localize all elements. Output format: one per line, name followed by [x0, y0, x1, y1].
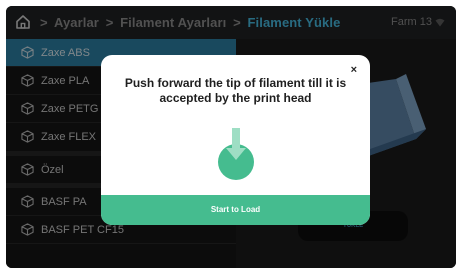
load-filament-dialog: × Push forward the tip of filament till …: [101, 55, 370, 225]
start-to-load-button[interactable]: Start to Load: [101, 195, 370, 225]
close-icon[interactable]: ×: [351, 65, 357, 76]
screen: > Ayarlar > Filament Ayarları > Filament…: [6, 6, 456, 268]
push-filament-icon: [218, 128, 254, 180]
dialog-message: Push forward the tip of filament till it…: [124, 76, 347, 105]
